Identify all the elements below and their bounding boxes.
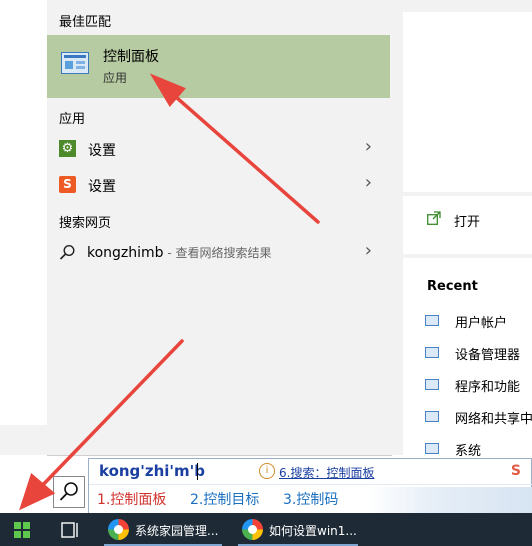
open-label: 打开 <box>454 215 481 230</box>
web-search-result[interactable]: kongzhimb - 查看网络搜索结果 › <box>47 236 390 270</box>
control-panel-item-icon <box>425 443 439 454</box>
recent-item-label: 系统 <box>455 444 482 459</box>
recent-heading: Recent <box>427 279 478 294</box>
recent-section: Recent 用户帐户 设备管理器 程序和功能 网络和共享中心 系统 <box>403 258 532 459</box>
apps-heading: 应用 <box>59 112 86 127</box>
best-match-type: 应用 <box>103 71 128 85</box>
taskbar-app-2[interactable]: 如何设置win1... <box>238 513 368 546</box>
recent-item-label: 程序和功能 <box>455 380 521 395</box>
browser-orb-icon <box>242 519 263 540</box>
ime-candidate-3[interactable]: 3.控制码 <box>283 489 338 509</box>
recent-item[interactable]: 系统 <box>425 439 532 459</box>
info-icon: i <box>259 463 275 479</box>
recent-item-label: 设备管理器 <box>455 348 521 363</box>
recent-item[interactable]: 设备管理器 <box>425 343 532 363</box>
control-panel-item-icon <box>425 315 439 326</box>
recent-item[interactable]: 程序和功能 <box>425 375 532 395</box>
recent-item-label: 用户帐户 <box>455 316 508 331</box>
recent-item[interactable]: 网络和共享中心 <box>425 407 532 427</box>
ime-composition: kong'zhi'm'b <box>99 462 205 480</box>
control-panel-item-icon <box>425 411 439 422</box>
ime-divider <box>89 484 532 485</box>
web-search-heading: 搜索网页 <box>59 216 112 231</box>
chevron-right-icon[interactable]: › <box>365 174 372 192</box>
search-results-panel: 最佳匹配 控制面板 应用 应用 ⚙ 设置 › S 设置 › 搜索网页 kongz… <box>47 0 392 455</box>
recent-item[interactable]: 用户帐户 <box>425 311 532 331</box>
taskbar-app-label: 如何设置win1... <box>269 524 357 538</box>
app-result-label: 设置 <box>88 143 116 159</box>
ime-candidate-2[interactable]: 2.控制目标 <box>190 489 259 509</box>
browser-orb-icon <box>108 519 129 540</box>
preview-card <box>403 12 532 192</box>
taskbar-app-1[interactable]: 系统家园管理... <box>104 513 232 546</box>
web-search-suffix: - 查看网络搜索结果 <box>163 246 272 260</box>
best-match-heading: 最佳匹配 <box>59 15 112 30</box>
app-result-settings[interactable]: ⚙ 设置 › <box>47 132 390 166</box>
ime-candidate-1[interactable]: 1.控制面板 <box>97 489 166 509</box>
sogou-logo-icon: S <box>510 463 521 479</box>
chevron-right-icon[interactable]: › <box>365 138 372 156</box>
chevron-right-icon[interactable]: › <box>365 242 372 260</box>
best-match-name: 控制面板 <box>103 49 159 65</box>
gear-icon: ⚙ <box>59 140 76 157</box>
web-search-query: kongzhimb <box>87 245 164 261</box>
best-match-control-panel[interactable]: 控制面板 应用 <box>47 35 390 98</box>
ime-candidate-window: kong'zhi'm'b i 6.搜索：控制面板 S 1.控制面板 2.控制目标… <box>88 458 532 514</box>
control-panel-item-icon <box>425 347 439 358</box>
text-caret <box>197 463 198 480</box>
desktop-background <box>0 0 47 455</box>
taskbar: 系统家园管理... 如何设置win1... <box>0 513 532 546</box>
ime-search-hint[interactable]: 6.搜索：控制面板 <box>279 464 374 481</box>
open-action[interactable]: 打开 <box>403 196 532 254</box>
taskbar-app-label: 系统家园管理... <box>135 524 219 538</box>
desktop-strip-bottom <box>0 425 47 455</box>
search-icon <box>59 244 75 260</box>
windows-start-icon[interactable] <box>14 522 30 538</box>
control-panel-icon <box>61 52 89 74</box>
preview-pane: 打开 Recent 用户帐户 设备管理器 程序和功能 网络和共享中心 系统 <box>392 0 532 459</box>
app-result-settings-sogou[interactable]: S 设置 › <box>47 168 390 202</box>
app-result-label: 设置 <box>88 179 116 195</box>
open-icon <box>427 211 441 225</box>
sogou-s-icon: S <box>59 176 76 193</box>
web-search-text: kongzhimb - 查看网络搜索结果 <box>87 244 272 261</box>
ime-candidate-fade <box>367 487 532 513</box>
search-icon[interactable] <box>53 476 85 508</box>
control-panel-item-icon <box>425 379 439 390</box>
recent-item-label: 网络和共享中心 <box>455 412 532 427</box>
task-view-icon[interactable] <box>60 521 80 539</box>
